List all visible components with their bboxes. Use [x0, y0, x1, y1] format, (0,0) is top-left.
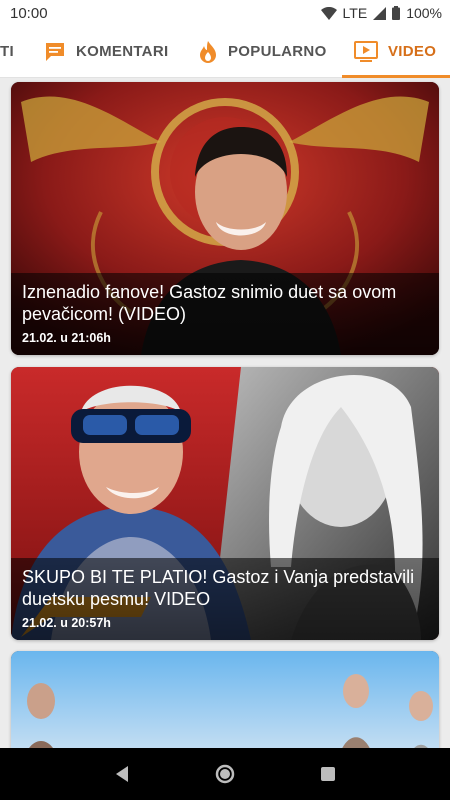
network-type: LTE	[342, 5, 368, 21]
video-play-icon	[354, 40, 378, 63]
home-icon[interactable]	[205, 754, 245, 794]
battery-level: 100%	[406, 5, 442, 21]
video-caption: SKUPO BI TE PLATIO! Gastoz i Vanja preds…	[11, 558, 439, 640]
tab-label: POPULARNO	[228, 43, 327, 60]
tab-popularno[interactable]: POPULARNO	[198, 26, 327, 78]
battery-icon	[392, 6, 401, 20]
status-bar: 10:00 LTE 100%	[0, 0, 450, 26]
video-card[interactable]: SKUPO BI TE PLATIO! Gastoz i Vanja preds…	[11, 367, 439, 640]
category-tabs: TI KOMENTARI POPULARNO VIDEO	[0, 26, 450, 78]
video-timestamp: 21.02. u 20:57h	[22, 616, 111, 630]
wifi-icon	[320, 6, 337, 20]
tab-komentari[interactable]: KOMENTARI	[44, 26, 168, 78]
tab-partial[interactable]: TI	[0, 26, 14, 78]
video-timestamp: 21.02. u 21:06h	[22, 331, 111, 345]
video-caption: Iznenadio fanove! Gastoz snimio duet sa …	[11, 273, 439, 355]
status-icons: LTE 100%	[320, 5, 442, 21]
tab-label: VIDEO	[388, 43, 437, 60]
video-thumbnail	[11, 651, 439, 748]
video-card[interactable]: Iznenadio fanove! Gastoz snimio duet sa …	[11, 82, 439, 355]
flame-icon	[198, 40, 218, 64]
video-title: Iznenadio fanove! Gastoz snimio duet sa …	[22, 282, 397, 324]
video-title: SKUPO BI TE PLATIO! Gastoz i Vanja preds…	[22, 567, 415, 609]
video-feed: Iznenadio fanove! Gastoz snimio duet sa …	[0, 78, 450, 748]
status-time: 10:00	[10, 4, 48, 22]
signal-icon	[373, 6, 387, 20]
screen: 10:00 LTE 100% TI KOMENTARI POPULARNO VI…	[0, 0, 450, 800]
recents-icon[interactable]	[308, 754, 348, 794]
tab-video[interactable]: VIDEO	[342, 26, 450, 78]
back-icon[interactable]	[102, 754, 142, 794]
system-nav-bar	[0, 748, 450, 800]
video-card[interactable]	[11, 651, 439, 748]
tab-label: TI	[0, 43, 14, 60]
comment-icon	[44, 41, 66, 63]
tab-label: KOMENTARI	[76, 43, 169, 60]
